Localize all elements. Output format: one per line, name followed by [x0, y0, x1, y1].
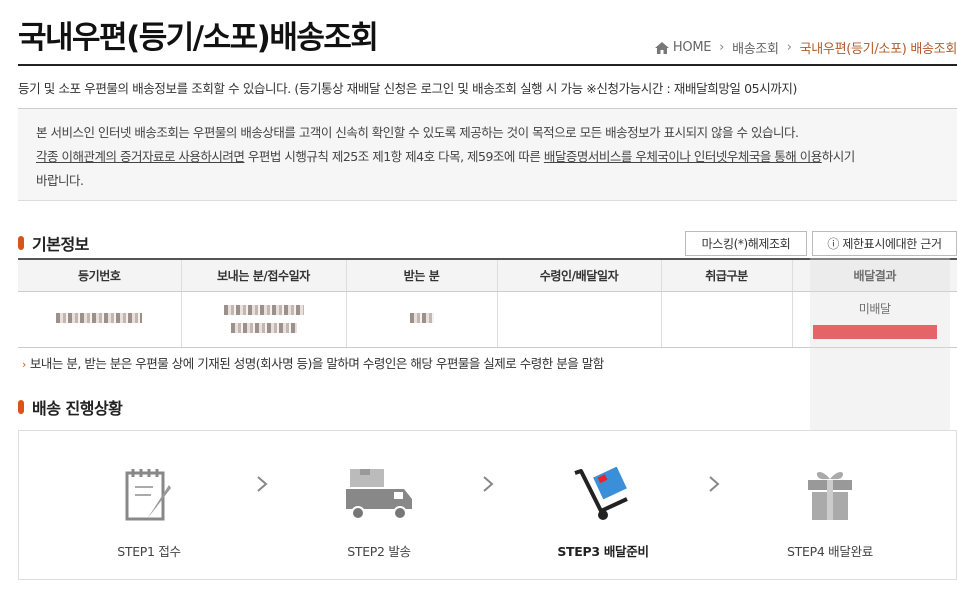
breadcrumb-current[interactable]: 국내우편(등기/소포) 배송조회 — [800, 38, 957, 57]
table-row: 미배달 — [18, 291, 957, 348]
truck-icon — [346, 469, 412, 520]
notice-link-certificate[interactable]: 배달증명서비스를 우체국이나 인터넷우체국을 통해 이용 — [544, 149, 822, 164]
step-1: STEP1 접수 — [49, 431, 249, 581]
cell-sender — [180, 291, 346, 348]
section-bullet-icon — [18, 400, 24, 414]
col-header-tracking-no: 등기번호 — [18, 258, 181, 292]
step-2: STEP2 발송 — [279, 431, 479, 581]
footnote: › 보내는 분, 받는 분은 우편물 상에 기재된 성명(회사명 등)을 말하며 … — [22, 353, 604, 372]
breadcrumb: HOME › 배송조회 › 국내우편(등기/소포) 배송조회 — [654, 38, 957, 57]
progress-steps: STEP1 접수 STEP2 발송 STEP3 배달준비 STEP4 배달완료 — [18, 430, 957, 580]
step-3: STEP3 배달준비 — [503, 431, 703, 581]
step-3-label: STEP3 배달준비 — [557, 544, 649, 559]
cell-result: 미배달 — [791, 291, 957, 348]
section-bullet-icon — [18, 236, 24, 250]
col-header-sender: 보내는 분/접수일자 — [180, 258, 346, 292]
cell-handling — [660, 291, 792, 348]
footnote-text: 보내는 분, 받는 분은 우편물 상에 기재된 성명(회사명 등)을 말하며 수… — [29, 356, 604, 371]
restriction-info-button[interactable]: ⓘ 제한표시에대한 근거 — [812, 231, 957, 256]
intro-text: 등기 및 소포 우편물의 배송정보를 조회할 수 있습니다. (등기통상 재배달… — [18, 81, 797, 96]
notice-line-3: 바랍니다. — [36, 173, 84, 188]
redaction-bar — [812, 324, 937, 339]
step-1-label: STEP1 접수 — [117, 544, 181, 559]
notice-link-evidence[interactable]: 각종 이해관계의 증거자료로 사용하시려면 — [36, 149, 245, 164]
redacted-sender-name — [223, 305, 304, 315]
cell-receiver — [345, 291, 497, 348]
basic-info-title: 기본정보 — [32, 235, 89, 254]
breadcrumb-tracking[interactable]: 배송조회 — [732, 38, 779, 57]
basic-info-heading: 기본정보 — [18, 231, 89, 255]
chevron-right-icon — [709, 476, 720, 492]
unmask-button[interactable]: 마스킹(*)해제조회 — [685, 231, 807, 256]
chevron-right-icon — [257, 476, 268, 492]
cell-recipient-date — [496, 291, 661, 348]
col-header-handling: 취급구분 — [660, 258, 792, 292]
breadcrumb-home[interactable]: HOME — [673, 40, 712, 55]
notice-line-1: 본 서비스인 인터넷 배송조회는 우편물의 배송상태를 고객이 신속히 확인할 … — [36, 125, 799, 140]
delivery-result: 미배달 — [858, 301, 891, 316]
clipboard-icon — [125, 469, 171, 521]
progress-heading: 배송 진행상황 — [18, 395, 123, 419]
step-4: STEP4 배달완료 — [730, 431, 930, 581]
progress-title: 배송 진행상황 — [32, 399, 123, 418]
col-header-recipient-date: 수령인/배달일자 — [496, 258, 661, 292]
chevron-right-icon: › — [719, 40, 725, 55]
title-divider — [18, 64, 957, 66]
notice-box: 본 서비스인 인터넷 배송조회는 우편물의 배송상태를 고객이 신속히 확인할 … — [18, 108, 957, 201]
step-2-label: STEP2 발송 — [347, 544, 411, 559]
home-icon — [654, 41, 669, 54]
redacted-receiver — [409, 313, 434, 323]
basic-info-table: 등기번호 보내는 분/접수일자 받는 분 수령인/배달일자 취급구분 배달결과 … — [18, 258, 957, 348]
page-title: 국내우편(등기/소포)배송조회 — [18, 20, 379, 56]
chevron-right-icon: › — [786, 40, 792, 55]
footnote-arrow-icon: › — [22, 358, 26, 371]
step-4-label: STEP4 배달완료 — [787, 544, 873, 559]
redacted-tracking-number — [56, 313, 143, 323]
chevron-right-icon — [483, 476, 494, 492]
gift-box-icon — [808, 472, 852, 520]
notice-text-mid: 우편법 시행규칙 제25조 제1항 제4호 다목, 제59조에 따른 — [244, 149, 544, 164]
notice-text-end: 하시기 — [821, 149, 856, 164]
hand-cart-icon — [574, 467, 628, 520]
col-header-result: 배달결과 — [791, 258, 957, 292]
notice-line-2: 각종 이해관계의 증거자료로 사용하시려면 우편법 시행규칙 제25조 제1항 … — [36, 145, 957, 169]
col-header-receiver: 받는 분 — [345, 258, 497, 292]
redacted-sender-date — [230, 323, 297, 333]
cell-tracking-no — [18, 291, 181, 348]
